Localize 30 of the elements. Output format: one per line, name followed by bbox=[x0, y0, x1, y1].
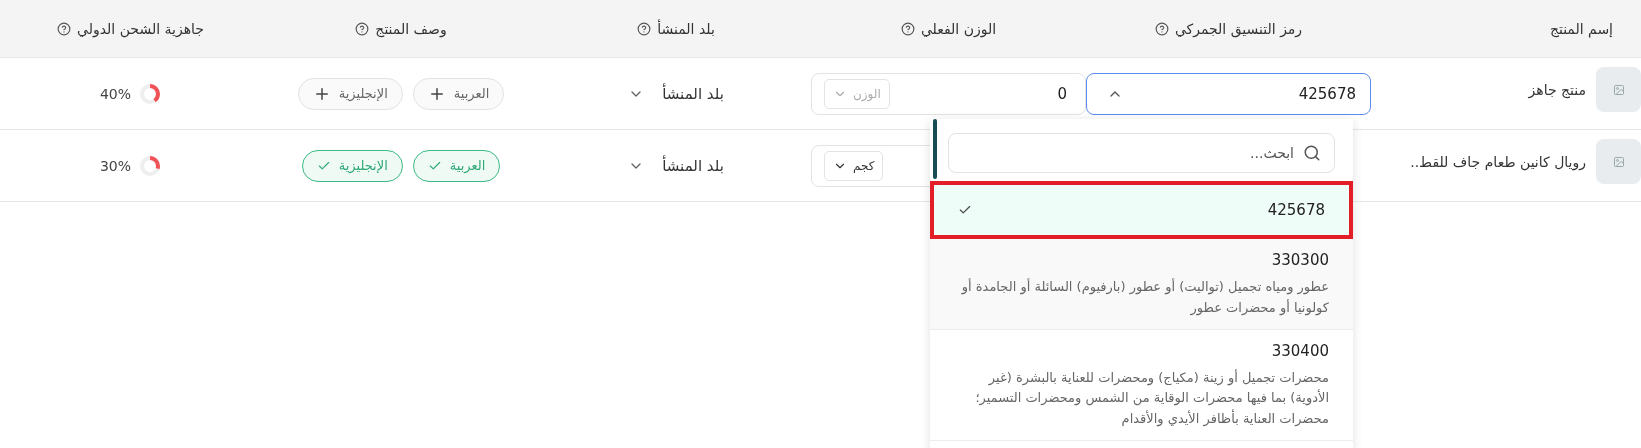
column-header: بلد المنشأ bbox=[657, 20, 715, 37]
readiness-percent: 30% bbox=[99, 157, 132, 174]
check-icon bbox=[958, 203, 972, 217]
origin-select[interactable]: بلد المنشأ bbox=[628, 84, 724, 103]
help-icon[interactable] bbox=[637, 21, 652, 36]
hs-code-select[interactable]: 425678 bbox=[1086, 72, 1371, 115]
search-field[interactable]: ابحث... bbox=[948, 133, 1335, 173]
readiness-percent: 40% bbox=[99, 85, 132, 102]
image-placeholder-icon bbox=[1596, 139, 1641, 184]
product-name: رويال كانين طعام جاف للقط.. bbox=[1410, 153, 1586, 170]
unit-select[interactable]: كجم bbox=[824, 150, 884, 181]
column-header: رمز التنسيق الجمركي bbox=[1174, 20, 1303, 37]
column-header: وصف المنتج bbox=[375, 20, 447, 37]
help-icon[interactable] bbox=[900, 21, 915, 36]
progress-ring bbox=[139, 82, 162, 105]
column-header: جاهزية الشحن الدولي bbox=[77, 20, 204, 37]
search-icon bbox=[1303, 144, 1321, 162]
product-name: منتج جاهز bbox=[1528, 81, 1586, 98]
help-icon[interactable] bbox=[1154, 21, 1169, 36]
origin-select[interactable]: بلد المنشأ bbox=[628, 156, 724, 175]
scrollbar-thumb[interactable] bbox=[933, 119, 937, 179]
language-chip[interactable]: العربية bbox=[412, 77, 505, 110]
progress-ring bbox=[139, 154, 162, 177]
help-icon[interactable] bbox=[57, 21, 72, 36]
image-placeholder-icon bbox=[1596, 67, 1641, 112]
column-header: الوزن الفعلي bbox=[920, 20, 997, 37]
dropdown-option[interactable]: 425678 bbox=[930, 181, 1353, 239]
column-header: إسم المنتج bbox=[1549, 20, 1613, 37]
language-chip[interactable]: الإنجليزية bbox=[297, 77, 403, 110]
help-icon[interactable] bbox=[355, 21, 370, 36]
